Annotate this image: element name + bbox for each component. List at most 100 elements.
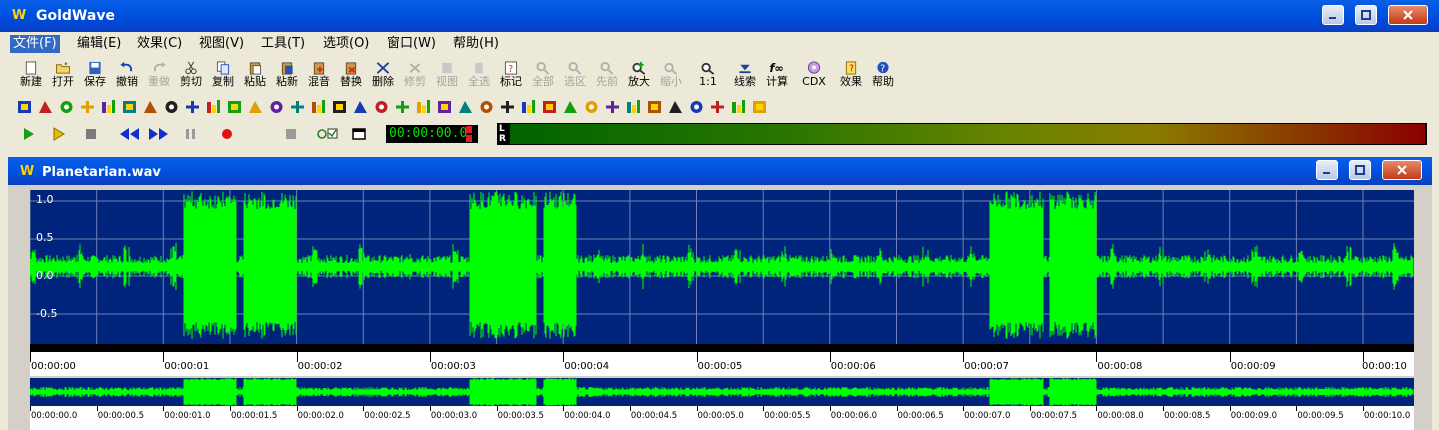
record-options-icon[interactable] — [314, 124, 340, 144]
waveform-view[interactable] — [29, 190, 1414, 344]
restore-button[interactable] — [1355, 5, 1377, 25]
toolbar-button[interactable]: ? 效果 — [836, 58, 866, 94]
play-icon[interactable] — [16, 124, 42, 144]
meter-channel-labels: LR — [499, 124, 506, 144]
invert-icon[interactable] — [226, 98, 243, 116]
toolbar-button[interactable]: 剪切 — [176, 58, 206, 94]
toolbar-button[interactable]: CDX — [794, 58, 834, 94]
noise-gate-icon[interactable] — [730, 98, 747, 116]
equalizer-icon[interactable] — [121, 98, 138, 116]
timer-icon[interactable] — [751, 98, 768, 116]
flanger-icon[interactable] — [205, 98, 222, 116]
volume-icon[interactable] — [478, 98, 495, 116]
toolbar-button[interactable]: ? 标记 — [496, 58, 526, 94]
highpass-icon[interactable] — [604, 98, 621, 116]
overview-time-label: 00:00:09.5 — [1297, 411, 1344, 421]
voice-icon[interactable] — [709, 98, 726, 116]
menu-edit[interactable]: 编辑(E) — [74, 35, 124, 53]
toolbar-button[interactable]: 复制 — [208, 58, 238, 94]
toolbar-button[interactable]: 新建 — [16, 58, 46, 94]
toolbar-button[interactable]: 线索 — [730, 58, 760, 94]
compress-icon[interactable] — [37, 98, 54, 116]
pitch-icon[interactable] — [310, 98, 327, 116]
filter-icon[interactable] — [184, 98, 201, 116]
spectrum-filter-icon[interactable] — [562, 98, 579, 116]
record-stop-icon[interactable] — [278, 124, 304, 144]
fade-out-icon[interactable] — [163, 98, 180, 116]
toolbar-button-label: 重做 — [148, 75, 170, 88]
toolbar-button[interactable]: 重做 — [144, 58, 174, 94]
pop-click-icon[interactable] — [541, 98, 558, 116]
mechanize-icon[interactable] — [247, 98, 264, 116]
overview-waveform[interactable] — [29, 378, 1414, 406]
overview-time-label: 00:00:04.0 — [564, 411, 611, 421]
close-button[interactable] — [1388, 5, 1428, 25]
resample-icon[interactable] — [331, 98, 348, 116]
toolbar-button[interactable]: 替换 — [336, 58, 366, 94]
echo-icon[interactable] — [100, 98, 117, 116]
toolbar-button[interactable]: f∞ 计算 — [762, 58, 792, 94]
rewind-icon[interactable] — [116, 124, 142, 144]
toolbar-button[interactable]: 选区 — [560, 58, 590, 94]
toolbar-button[interactable]: 全选 — [464, 58, 494, 94]
fast-forward-icon[interactable] — [146, 124, 172, 144]
menu-file[interactable]: 文件(F) — [10, 35, 60, 53]
clip-icon[interactable] — [520, 98, 537, 116]
stop-icon[interactable] — [78, 124, 104, 144]
toolbar-button[interactable]: 保存 — [80, 58, 110, 94]
doc-restore-button[interactable] — [1349, 160, 1371, 180]
toolbar-button[interactable]: 1:1 — [688, 58, 728, 94]
menu-window[interactable]: 窗口(W) — [384, 35, 439, 53]
pan-icon[interactable] — [289, 98, 306, 116]
menu-tools[interactable]: 工具(T) — [258, 35, 308, 53]
pause-icon[interactable] — [178, 124, 204, 144]
menu-view[interactable]: 视图(V) — [196, 35, 247, 53]
spatial-icon[interactable] — [415, 98, 432, 116]
toolbar-button[interactable]: 撤销 — [112, 58, 142, 94]
silence-icon[interactable] — [394, 98, 411, 116]
overview-time-label: 00:00:05.5 — [764, 411, 811, 421]
stretch-icon[interactable] — [436, 98, 453, 116]
overview-time-label: 00:00:06.0 — [830, 411, 878, 421]
doc-minimize-button[interactable] — [1316, 160, 1338, 180]
toolbar-button[interactable]: 全部 — [528, 58, 558, 94]
record-icon[interactable] — [214, 124, 240, 144]
toolbar-button[interactable]: 打开 — [48, 58, 78, 94]
menu-help[interactable]: 帮助(H) — [450, 35, 502, 53]
window-icon[interactable] — [346, 124, 372, 144]
reverse-icon[interactable] — [373, 98, 390, 116]
toolbar-button[interactable]: 删除 — [368, 58, 398, 94]
menu-effects[interactable]: 效果(C) — [134, 35, 185, 53]
time-warp-icon[interactable] — [457, 98, 474, 116]
offset-icon[interactable] — [268, 98, 285, 116]
toolbar-button[interactable]: 混音 — [304, 58, 334, 94]
toolbar-button[interactable]: ? 帮助 — [868, 58, 898, 94]
toolbar-button[interactable]: 视图 — [432, 58, 462, 94]
minimize-button[interactable] — [1322, 5, 1344, 25]
cut-icon — [185, 61, 197, 75]
pitch-shift-icon[interactable] — [688, 98, 705, 116]
playback-rate-icon[interactable] — [646, 98, 663, 116]
lowpass-icon[interactable] — [583, 98, 600, 116]
toolbar-button[interactable]: 放大 — [624, 58, 654, 94]
zoom-out-icon — [664, 62, 678, 75]
dynamics-icon[interactable] — [79, 98, 96, 116]
auto-gain-icon[interactable] — [16, 98, 33, 116]
hz-icon[interactable] — [667, 98, 684, 116]
menu-options[interactable]: 选项(O) — [320, 35, 372, 53]
toolbar-button[interactable]: 缩小 — [656, 58, 686, 94]
overview-time-label: 00:00:08.5 — [1164, 411, 1211, 421]
selection-bar[interactable] — [30, 344, 1414, 352]
toolbar-button[interactable]: 粘贴 — [240, 58, 270, 94]
bandpass-icon[interactable] — [625, 98, 642, 116]
play-selection-icon[interactable] — [46, 124, 72, 144]
toolbar-button[interactable]: 先前 — [592, 58, 622, 94]
doc-close-button[interactable] — [1382, 160, 1422, 180]
fade-in-icon[interactable] — [142, 98, 159, 116]
doppler-icon[interactable] — [58, 98, 75, 116]
reverb-icon[interactable] — [352, 98, 369, 116]
time-ruler[interactable]: 00:00:00 00:00:01 00:00:02 00:00:03 00:00:04… — [30, 344, 1414, 376]
toolbar-button[interactable]: 修剪 — [400, 58, 430, 94]
noise-reduction-icon[interactable] — [499, 98, 516, 116]
toolbar-button[interactable]: 粘新 — [272, 58, 302, 94]
